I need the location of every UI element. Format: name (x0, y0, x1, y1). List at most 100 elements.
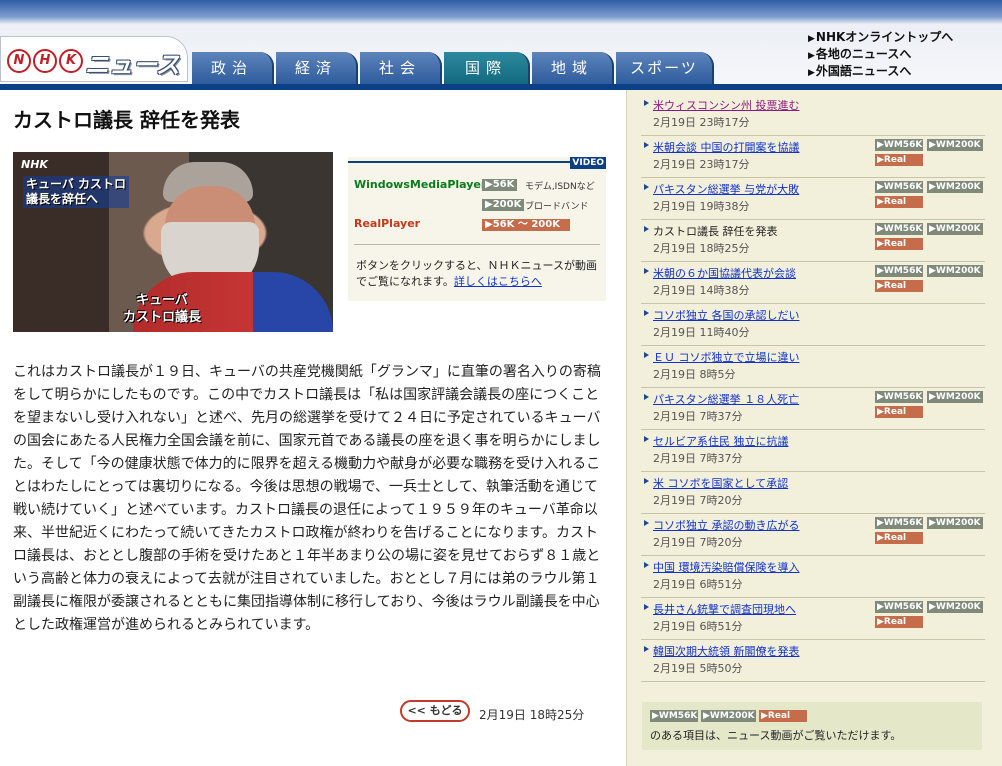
legend-wm56-badge: ▶WM56K (650, 710, 698, 722)
news-item-time: 2月19日 6時51分 (653, 620, 743, 633)
wm56k-button[interactable]: ▶WM56K (875, 139, 923, 151)
news-list-item: 中国 環境汚染賠償保険を導入 2月19日 6時51分 (641, 556, 985, 598)
news-list-item: パキスタン総選挙 １８人死亡 2月19日 7時37分 ▶WM56K ▶WM200K ▶R… (641, 388, 985, 430)
wm56k-button[interactable]: ▶WM56K (875, 601, 923, 613)
wm200k-button[interactable]: ▶WM200K (927, 391, 983, 403)
news-item-title[interactable]: 長井さん銃撃で調査団現地へ (653, 601, 796, 617)
news-item-title[interactable]: 米朝の６か国協議代表が会談 (653, 265, 796, 281)
news-item-time: 2月19日 23時17分 (653, 158, 750, 171)
news-list-item: セルビア系住民 独立に抗議 2月19日 7時37分 (641, 430, 985, 472)
wm56k-button[interactable]: ▶WM56K (875, 265, 923, 277)
news-item-title[interactable]: コソボ独立 承認の動き広がる (653, 517, 800, 533)
wm200k-button[interactable]: ▶WM200K (927, 517, 983, 529)
nhk-news-logo[interactable]: N H K ニュース (0, 36, 188, 82)
logo-letter-k: K (59, 49, 83, 73)
wm56k-button[interactable]: ▶WM56K (875, 181, 923, 193)
news-item-time: 2月19日 8時5分 (653, 368, 736, 381)
news-item-title[interactable]: 米ウィスコンシン州 投票進む (653, 97, 800, 113)
news-item-title[interactable]: 米 コソボを国家として承認 (653, 475, 788, 491)
photo-caption-top: キューバ カストロ 議長を辞任へ (23, 176, 130, 208)
tab-politics[interactable]: 政治 (192, 52, 274, 84)
news-list-item: 米朝会談 中国の打開案を協議 2月19日 23時17分 ▶WM56K ▶WM200K ▶… (641, 136, 985, 178)
article-body: これはカストロ議長が１９日、キューバの共産党機関紙「グランマ」に直筆の署名入りの… (13, 364, 601, 633)
news-item-time: 2月19日 5時50分 (653, 662, 743, 675)
wmp-200k-note: ブロードバンド (525, 202, 589, 212)
news-item-title[interactable]: セルビア系住民 独立に抗議 (653, 433, 789, 449)
article-timestamp: 2月19日 18時25分 (479, 708, 585, 722)
news-item-title[interactable]: 中国 環境汚染賠償保険を導入 (653, 559, 800, 575)
wm56k-button[interactable]: ▶WM56K (875, 517, 923, 529)
news-item-title[interactable]: ＥＵ コソボ独立で立場に違い (653, 349, 800, 365)
news-item-time: 2月19日 7時37分 (653, 410, 743, 423)
wm56k-button[interactable]: ▶WM56K (875, 391, 923, 403)
bullet-arrow-icon (644, 646, 649, 652)
bullet-arrow-icon (644, 226, 649, 232)
photo-caption-bottom: キューバ カストロ議長 (123, 292, 201, 326)
real-button[interactable]: ▶Real (875, 616, 923, 628)
real-button[interactable]: ▶Real (875, 196, 923, 208)
news-list-item: 米ウィスコンシン州 投票進む 2月19日 23時17分 (641, 94, 985, 136)
wmp-56k-note: モデム,ISDNなど (525, 182, 595, 192)
wmp-200k-button[interactable]: ▶200K (482, 199, 525, 211)
real-button[interactable]: ▶Real (875, 280, 923, 292)
tab-economy[interactable]: 経済 (276, 52, 358, 84)
real-button[interactable]: ▶Real (875, 238, 923, 250)
tab-sports[interactable]: スポーツ (616, 52, 714, 84)
news-list-item: ＥＵ コソボ独立で立場に違い 2月19日 8時5分 (641, 346, 985, 388)
video-panel: VIDEO WindowsMediaPlayer ▶56K モデム,ISDNなど… (348, 157, 606, 301)
realplayer-button[interactable]: ▶56K 〜 200K (482, 219, 570, 231)
wm200k-button[interactable]: ▶WM200K (927, 265, 983, 277)
bullet-arrow-icon (644, 184, 649, 190)
wm200k-button[interactable]: ▶WM200K (927, 139, 983, 151)
wm200k-button[interactable]: ▶WM200K (927, 223, 983, 235)
bullet-arrow-icon (644, 520, 649, 526)
bullet-arrow-icon (644, 142, 649, 148)
news-item-title[interactable]: コソボ独立 各国の承認しだい (653, 307, 800, 323)
wmp-56k-button[interactable]: ▶56K (482, 179, 518, 191)
wm200k-button[interactable]: ▶WM200K (927, 181, 983, 193)
news-list-item: コソボ独立 承認の動き広がる 2月19日 7時20分 ▶WM56K ▶WM200K ▶R… (641, 514, 985, 556)
bullet-arrow-icon (644, 100, 649, 106)
link-foreign-language-news[interactable]: 外国語ニュースへ (808, 64, 953, 81)
legend-text: のある項目は、ニュース動画がご覧いただけます。 (650, 729, 902, 742)
wm56k-button[interactable]: ▶WM56K (875, 223, 923, 235)
real-button[interactable]: ▶Real (875, 154, 923, 166)
back-button[interactable]: << もどる (400, 700, 470, 722)
video-panel-bar (348, 161, 606, 163)
news-list-item: 米朝の６か国協議代表が会談 2月19日 14時38分 ▶WM56K ▶WM200K ▶R… (641, 262, 985, 304)
news-item-title[interactable]: パキスタン総選挙 与党が大敗 (653, 181, 799, 197)
video-note: ボタンをクリックすると、ＮＨＫニュースが動画でご覧になれます。詳しくはこちらへ (356, 258, 604, 290)
news-item-title[interactable]: 米朝会談 中国の打開案を協議 (653, 139, 800, 155)
news-item-time: 2月19日 18時25分 (653, 242, 750, 255)
news-item-time: 2月19日 19時38分 (653, 200, 750, 213)
bullet-arrow-icon (644, 268, 649, 274)
bullet-arrow-icon (644, 604, 649, 610)
news-list-item: 長井さん銃撃で調査団現地へ 2月19日 6時51分 ▶WM56K ▶WM200K ▶Re… (641, 598, 985, 640)
bullet-arrow-icon (644, 352, 649, 358)
news-item-time: 2月19日 7時20分 (653, 536, 743, 549)
bullet-arrow-icon (644, 436, 649, 442)
link-regional-news[interactable]: 各地のニュースへ (808, 47, 953, 64)
bullet-arrow-icon (644, 478, 649, 484)
news-item-time: 2月19日 7時37分 (653, 452, 743, 465)
real-button[interactable]: ▶Real (875, 406, 923, 418)
video-details-link[interactable]: 詳しくはこちらへ (454, 275, 542, 288)
news-list-item: 韓国次期大統領 新閣僚を発表 2月19日 5時50分 (641, 640, 985, 682)
tab-regional[interactable]: 地域 (532, 52, 614, 84)
link-nhk-online-top[interactable]: NHKオンライントップへ (808, 30, 953, 47)
wm200k-button[interactable]: ▶WM200K (927, 601, 983, 613)
wmp-label: WindowsMediaPlayer (354, 178, 487, 191)
legend-real-badge: ▶Real (759, 710, 807, 722)
tab-society[interactable]: 社会 (360, 52, 442, 84)
logo-letter-n: N (7, 49, 31, 73)
video-label: VIDEO (570, 157, 606, 169)
news-item-title[interactable]: パキスタン総選挙 １８人死亡 (653, 391, 799, 407)
tab-international[interactable]: 国際 (444, 52, 530, 84)
news-item-time: 2月19日 23時17分 (653, 116, 750, 129)
news-list-item: 米 コソボを国家として承認 2月19日 7時20分 (641, 472, 985, 514)
news-list-item: パキスタン総選挙 与党が大敗 2月19日 19時38分 ▶WM56K ▶WM200K ▶… (641, 178, 985, 220)
photo-caption-top-line2: 議長を辞任へ (26, 192, 99, 206)
news-item-title[interactable]: 韓国次期大統領 新閣僚を発表 (653, 643, 800, 659)
news-item-time: 2月19日 14時38分 (653, 284, 750, 297)
real-button[interactable]: ▶Real (875, 532, 923, 544)
